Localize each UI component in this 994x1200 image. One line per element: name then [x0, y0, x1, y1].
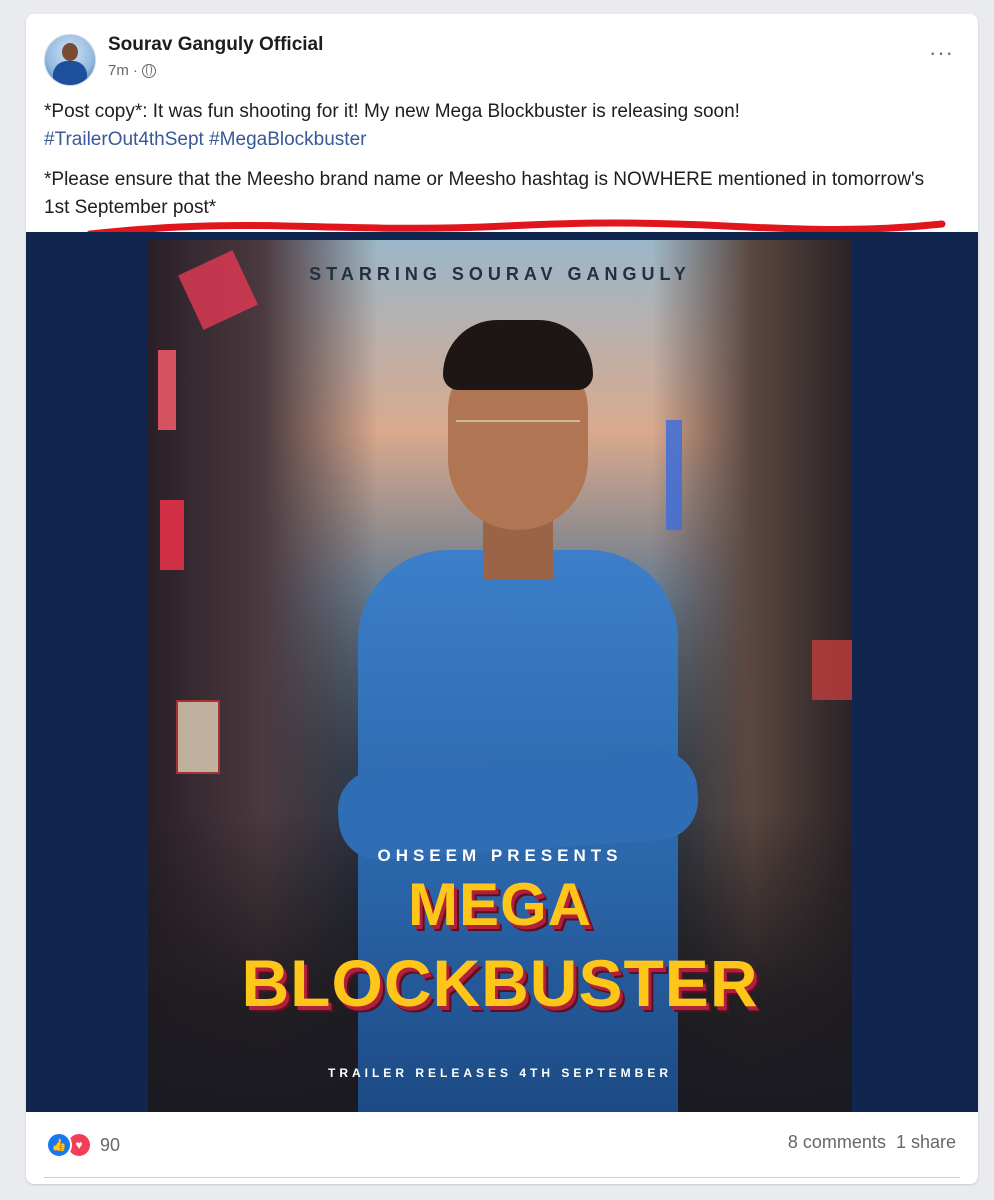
avatar-head: [62, 43, 78, 61]
post-time[interactable]: 7m: [108, 62, 129, 79]
like-icon: 👍: [46, 1132, 72, 1158]
post-meta: 7m ·: [108, 62, 156, 79]
meta-separator: ·: [132, 62, 138, 79]
neon-sign: [812, 640, 852, 700]
poster-title-line1: MEGA: [408, 871, 592, 938]
post-card: Sourav Ganguly Official 7m · ··· *Post c…: [26, 14, 978, 1184]
comments-count[interactable]: 8 comments: [788, 1132, 886, 1153]
post-footer: 👍 ♥ 90 8 comments 1 share: [26, 1112, 978, 1184]
avatar-body: [53, 61, 87, 85]
poster-release: TRAILER RELEASES 4TH SEPTEMBER: [327, 1066, 673, 1080]
shares-count[interactable]: 1 share: [896, 1132, 956, 1153]
footer-divider: [44, 1177, 960, 1178]
hashtag-trailer[interactable]: #TrailerOut4thSept: [44, 129, 204, 150]
globe-icon[interactable]: [141, 63, 156, 78]
poster-starring: STARRING SOURAV GANGULY: [309, 264, 691, 284]
post-copy-line1: *Post copy*: It was fun shooting for it!…: [44, 101, 740, 122]
more-icon[interactable]: ···: [929, 40, 954, 66]
hashtag-mega[interactable]: #MegaBlockbuster: [209, 129, 366, 150]
post-image[interactable]: STARRING SOURAV GANGULY OHSEEM PRESENTS …: [26, 232, 978, 1112]
hashtags: #TrailerOut4thSept #MegaBlockbuster: [44, 126, 366, 154]
avatar[interactable]: [44, 34, 96, 86]
person-glasses: [456, 420, 580, 442]
reactions[interactable]: 👍 ♥ 90: [46, 1132, 120, 1158]
shop-sign: [176, 700, 220, 774]
person-hair: [443, 320, 593, 390]
poster-presents: OHSEEM PRESENTS: [377, 846, 623, 865]
author-name[interactable]: Sourav Ganguly Official: [108, 34, 323, 56]
reaction-count: 90: [100, 1134, 121, 1155]
neon-sign: [160, 500, 184, 570]
poster-title-line2: BLOCKBUSTER: [241, 946, 759, 1020]
post-stats: 8 comments 1 share: [788, 1132, 956, 1153]
movie-poster: STARRING SOURAV GANGULY OHSEEM PRESENTS …: [148, 240, 852, 1112]
neon-sign: [158, 350, 176, 430]
